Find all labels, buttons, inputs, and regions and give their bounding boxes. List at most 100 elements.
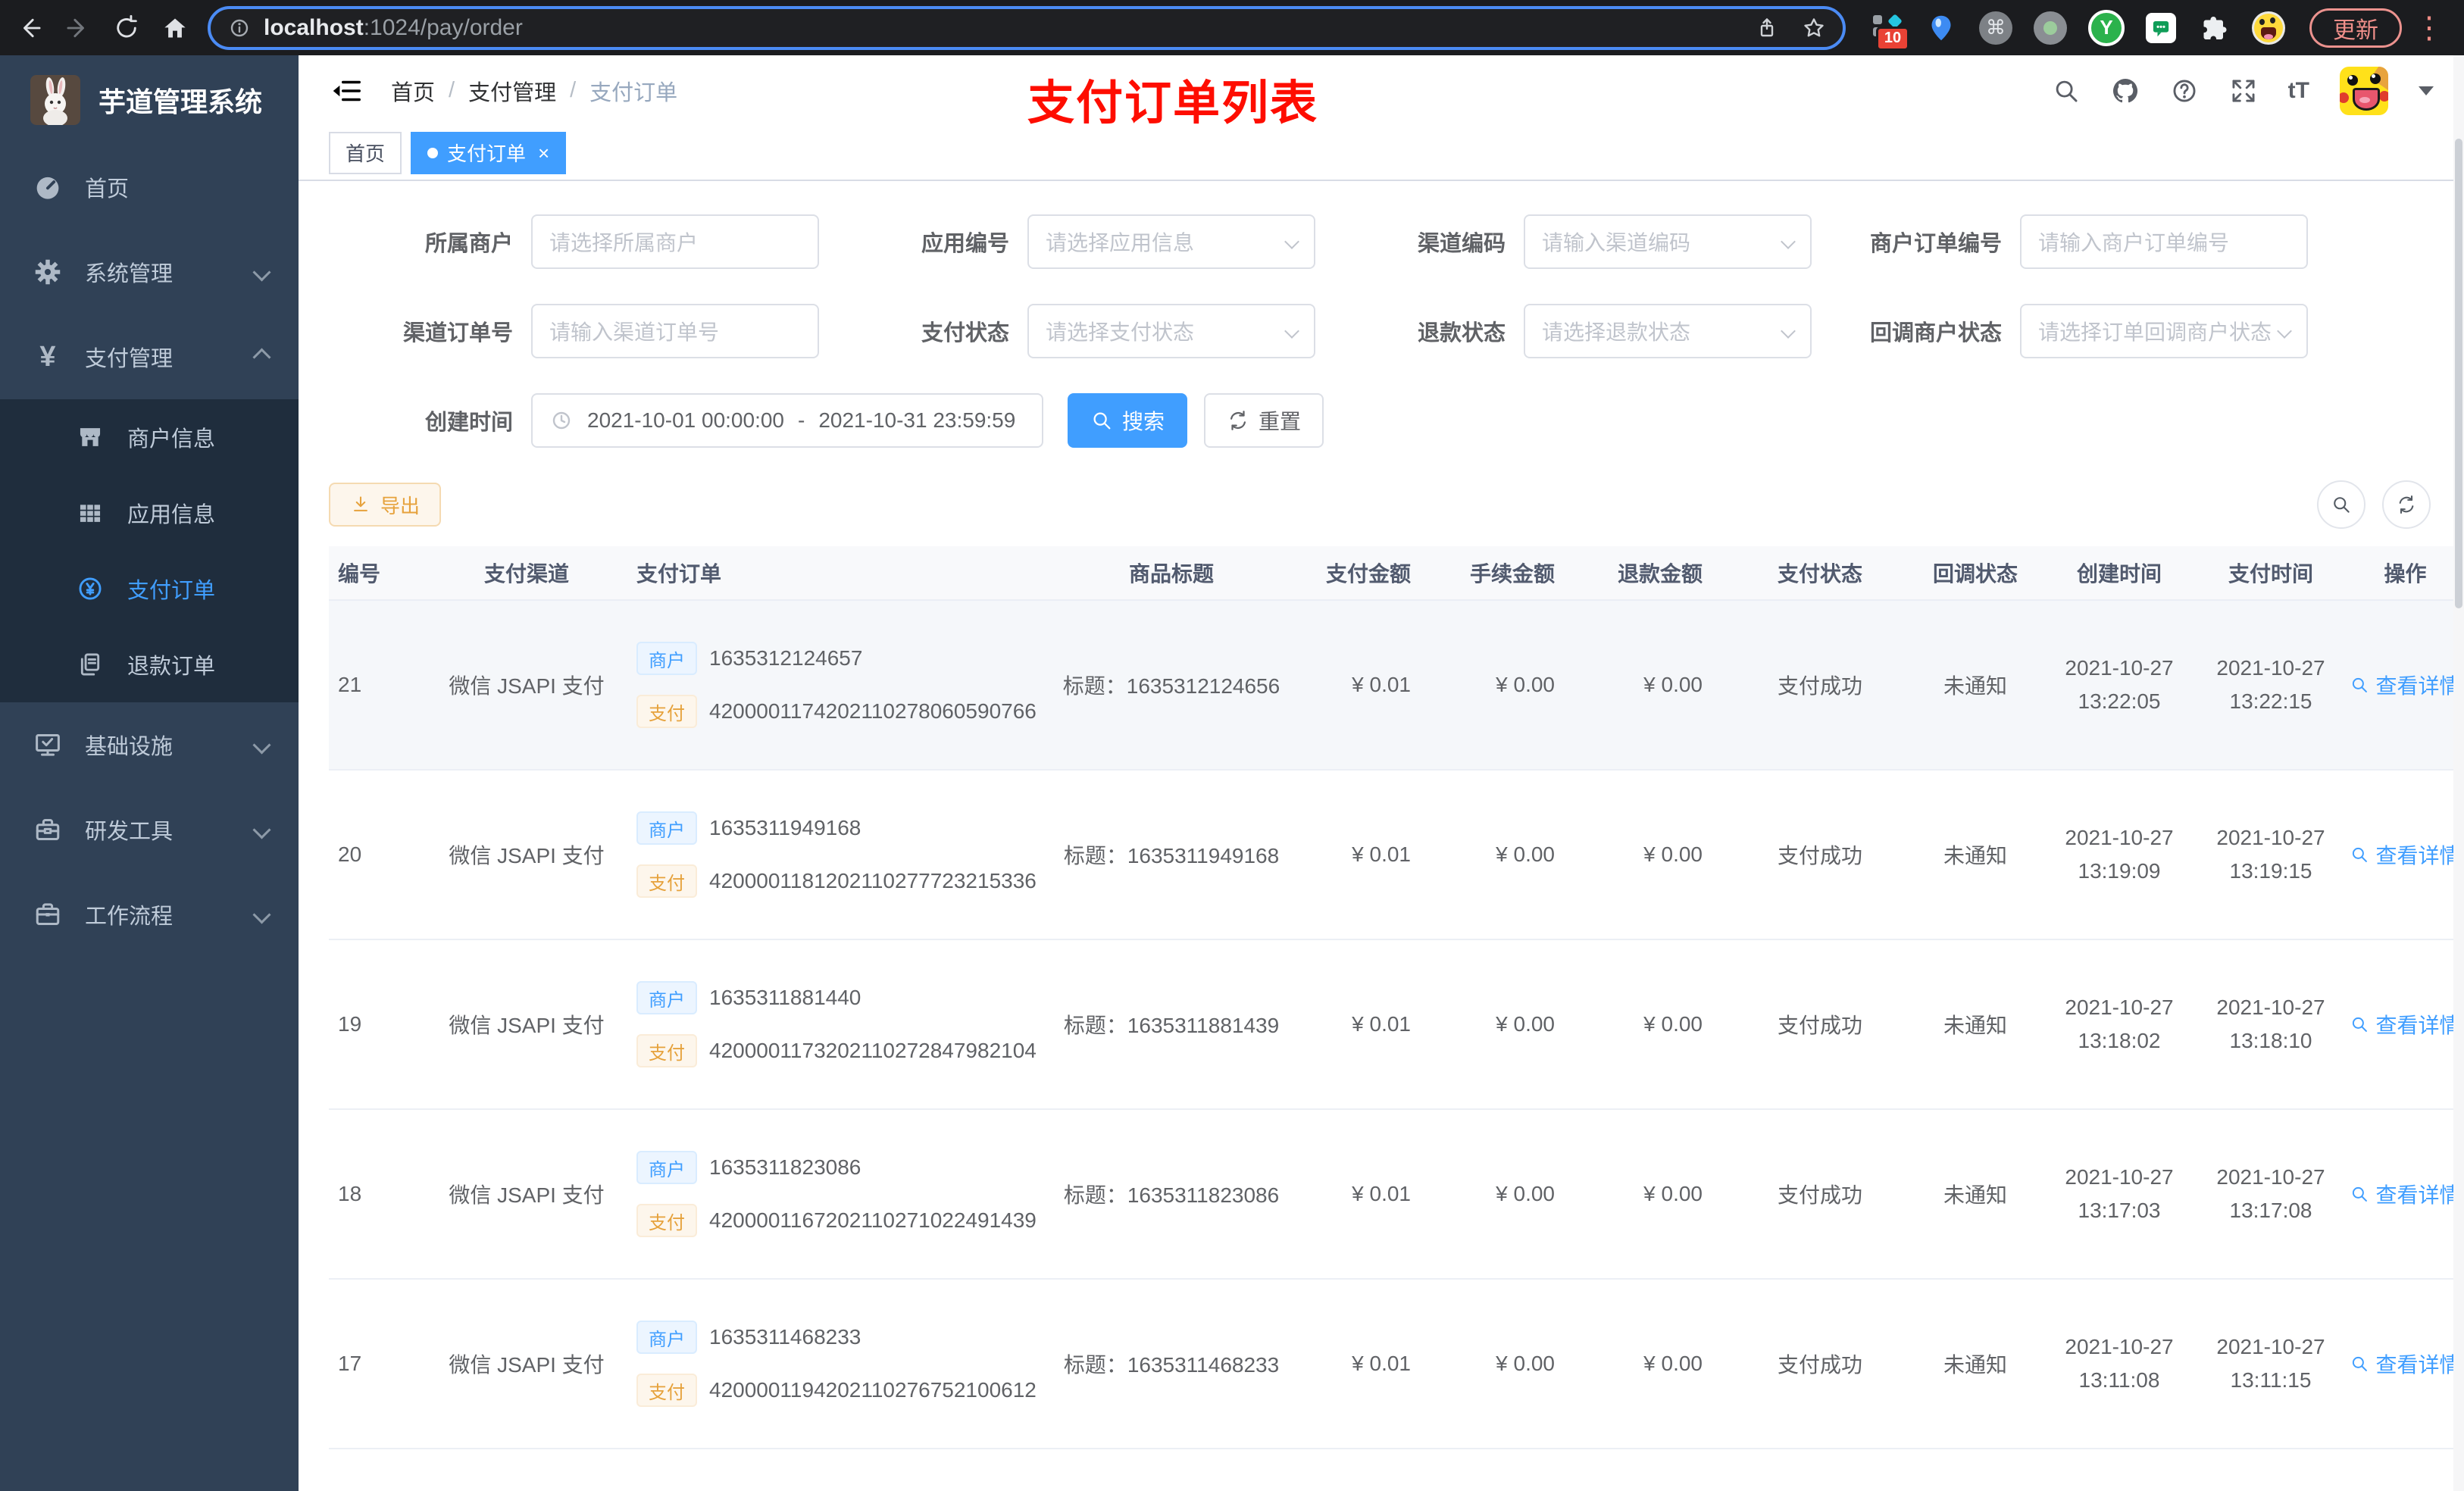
pay-order-line: 支付 4200001174202110278060590766 xyxy=(636,695,1038,728)
sidebar-subitem-label: 应用信息 xyxy=(127,503,216,527)
address-bar[interactable]: localhost:1024/pay/order xyxy=(208,5,1846,50)
filter-select[interactable]: 请选择支付状态 xyxy=(1027,304,1315,358)
share-icon[interactable] xyxy=(1755,16,1779,40)
ext-puzzle-icon[interactable] xyxy=(2197,11,2231,45)
sidebar-item-label: 基础设施 xyxy=(85,735,174,759)
url-path: :1024/pay/order xyxy=(363,14,523,40)
font-size-button[interactable]: tT xyxy=(2288,78,2309,104)
date-end-value: 2021-10-31 23:59:59 xyxy=(818,408,1016,432)
chevron-down-icon[interactable] xyxy=(2419,86,2434,95)
filter-select[interactable]: 请选择退款状态 xyxy=(1524,304,1812,358)
navbar-fullscreen-button[interactable] xyxy=(2229,77,2258,105)
hide-search-button[interactable] xyxy=(2317,480,2366,529)
workflow-icon xyxy=(36,903,60,925)
date-range-input[interactable]: 2021-10-01 00:00:00-2021-10-31 23:59:59 xyxy=(531,393,1043,448)
filter-input[interactable]: 请输入渠道订单号 xyxy=(531,304,819,358)
search-button[interactable]: 搜索 xyxy=(1068,393,1188,448)
cell-title: 标题：1635311881439 xyxy=(1063,1014,1280,1037)
app-logo[interactable]: 芋道管理系统 xyxy=(0,55,299,145)
search-icon xyxy=(1093,412,1111,430)
navbar-search-button[interactable] xyxy=(2052,77,2081,105)
user-avatar[interactable] xyxy=(2340,66,2388,115)
sidebar-item-3[interactable]: 基础设施 xyxy=(0,702,299,787)
cell-paid: 2021-10-27 13:19:15 xyxy=(2195,821,2347,888)
ext-command-icon[interactable]: ⌘ xyxy=(1979,11,2012,45)
sidebar-toggle-icon[interactable] xyxy=(329,73,364,108)
back-button[interactable] xyxy=(15,14,44,42)
sidebar-item-4[interactable]: 研发工具 xyxy=(0,787,299,872)
filter-label: 创建时间 xyxy=(424,411,513,435)
merchant-order-line: 商户 1635311949168 xyxy=(636,811,1038,845)
extension-badge: 10 xyxy=(1876,26,1909,51)
view-detail-link[interactable]: 查看详情 xyxy=(2347,1179,2464,1209)
filter-input[interactable]: 请选择所属商户 xyxy=(531,214,819,269)
ext-emoji-icon[interactable] xyxy=(2252,11,2285,45)
cell-refund: ¥ 0.00 xyxy=(1643,842,1703,866)
shop-icon xyxy=(73,423,108,452)
ext-record-icon[interactable] xyxy=(2034,11,2067,45)
screen: localhost:1024/pay/order 10 ⌘ Y 更新 ⋮ 芋道管理系… xyxy=(0,0,2464,1491)
export-button[interactable]: 导出 xyxy=(329,483,442,527)
breadcrumb-item-1[interactable]: 支付管理 xyxy=(468,75,556,107)
site-info-icon[interactable] xyxy=(227,16,252,40)
sidebar-item-0[interactable]: 首页 xyxy=(0,145,299,230)
cell-title: 标题：1635311949168 xyxy=(1063,844,1280,867)
filter-select[interactable]: 请选择订单回调商户状态 xyxy=(2020,304,2308,358)
view-detail-label: 查看详情 xyxy=(2375,1014,2461,1037)
ext-chat-icon[interactable] xyxy=(2146,12,2176,43)
browser-menu-icon[interactable]: ⋮ xyxy=(2409,13,2449,43)
chevron-down-icon xyxy=(1781,234,1796,249)
view-detail-link[interactable]: 查看详情 xyxy=(2347,1349,2464,1379)
tab-首页[interactable]: 首页 xyxy=(329,131,402,174)
chevron-down-icon xyxy=(252,905,271,924)
page-scrollbar-thumb[interactable] xyxy=(2455,139,2462,608)
sidebar-item-1[interactable]: 系统管理 xyxy=(0,230,299,314)
filter-field: 所属商户 请选择所属商户 xyxy=(329,214,825,269)
info-icon xyxy=(230,19,249,36)
cell-channel: 微信 JSAPI 支付 xyxy=(449,1183,605,1207)
filter-select[interactable]: 请输入渠道编码 xyxy=(1524,214,1812,269)
breadcrumb-item-0[interactable]: 首页 xyxy=(391,75,435,107)
sidebar-subitem-1[interactable]: 应用信息 xyxy=(0,475,299,551)
paid-time: 2021-10-27 13:11:15 xyxy=(2216,1335,2325,1392)
chevron-down-icon xyxy=(1284,234,1299,249)
sidebar-subitem-3[interactable]: 退款订单 xyxy=(0,627,299,702)
column-header-7: 支付状态 xyxy=(1777,562,1862,586)
navbar-help-button[interactable] xyxy=(2170,77,2199,105)
pay-tag: 支付 xyxy=(636,695,697,728)
paid-time: 2021-10-27 13:17:08 xyxy=(2216,1165,2325,1222)
sidebar-subitem-0[interactable]: 商户信息 xyxy=(0,399,299,475)
channel-order-no: 4200001173202110272847982104 xyxy=(709,1039,1037,1062)
cell-created: 2021-10-27 13:22:05 xyxy=(2043,652,2195,718)
sidebar-item-2[interactable]: ¥ 支付管理 xyxy=(0,314,299,399)
page-scrollbar xyxy=(2453,55,2464,1491)
navbar-github-button[interactable] xyxy=(2111,77,2140,105)
tab-支付订单[interactable]: 支付订单 × xyxy=(411,131,567,174)
view-detail-link[interactable]: 查看详情 xyxy=(2347,1009,2464,1039)
forward-button[interactable] xyxy=(64,14,92,42)
ext-blocks-icon[interactable]: 10 xyxy=(1870,11,1909,51)
refresh-table-button[interactable] xyxy=(2382,480,2431,529)
filter-label: 所属商户 xyxy=(424,232,513,256)
pay-tag: 支付 xyxy=(636,1034,697,1067)
sidebar-subitem-2[interactable]: 支付订单 xyxy=(0,551,299,627)
table-toolbar: 导出 xyxy=(329,480,2464,529)
ext-pin-icon[interactable] xyxy=(1925,11,1958,45)
view-detail-link[interactable]: 查看详情 xyxy=(2347,670,2464,700)
tab-close-icon[interactable]: × xyxy=(538,143,549,163)
bookmark-star-icon[interactable] xyxy=(1802,16,1826,40)
download-icon xyxy=(354,496,367,511)
browser-update-button[interactable]: 更新 xyxy=(2309,8,2402,48)
placeholder-text: 请选择应用信息 xyxy=(1046,231,1195,255)
sidebar-item-5[interactable]: 工作流程 xyxy=(0,872,299,957)
filter-input[interactable]: 请输入商户订单编号 xyxy=(2020,214,2308,269)
reset-button[interactable]: 重置 xyxy=(1204,393,1324,448)
placeholder-text: 请选择所属商户 xyxy=(549,231,699,255)
reload-button[interactable] xyxy=(112,14,141,42)
ext-y-icon[interactable]: Y xyxy=(2088,9,2125,46)
view-detail-link[interactable]: 查看详情 xyxy=(2347,839,2464,870)
merchant-order-no: 1635311823086 xyxy=(709,1155,861,1179)
home-button[interactable] xyxy=(161,14,189,42)
avatar-cheek xyxy=(2379,90,2388,102)
filter-select[interactable]: 请选择应用信息 xyxy=(1027,214,1315,269)
